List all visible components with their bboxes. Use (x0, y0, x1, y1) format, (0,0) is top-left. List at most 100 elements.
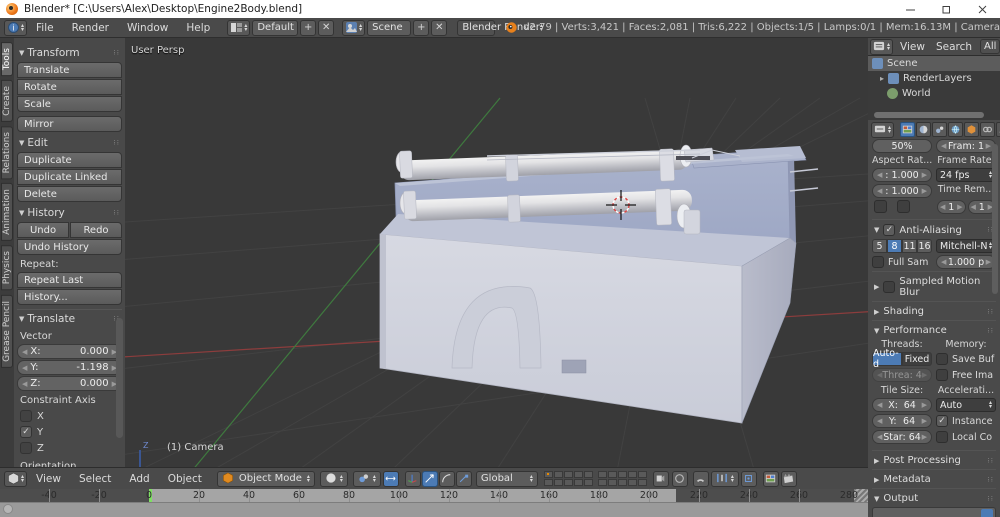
outliner-horizontal-scrollbar[interactable] (874, 112, 984, 118)
decrement-arrow-icon[interactable]: ◀ (22, 348, 27, 356)
layer-cell[interactable] (563, 479, 573, 486)
layer-cell[interactable] (573, 471, 583, 478)
screen-layout-browse[interactable]: ▴ ▾ (227, 19, 251, 36)
tab-modifiers[interactable] (996, 122, 1000, 137)
section-header-sampled-motion-blur[interactable]: ▶ Sampled Motion Blur (872, 271, 996, 301)
layer-row-top[interactable] (597, 471, 647, 478)
translate-manipulator-button[interactable] (421, 470, 438, 487)
increment-arrow-icon[interactable]: ▶ (922, 171, 927, 179)
screen-layout-field[interactable]: Default (252, 19, 299, 36)
free-images-option[interactable]: Free Ima (936, 368, 996, 382)
aa-sample-8[interactable]: 8 (887, 239, 902, 253)
layer-cell[interactable] (607, 479, 617, 486)
menu-window[interactable]: Window (118, 18, 177, 38)
pivot-point-selector[interactable]: ▴ ▾ (352, 470, 381, 487)
section-header-shading[interactable]: ▶ Shading ⁝⁝ (872, 301, 996, 320)
save-buffers-checkbox[interactable] (936, 353, 948, 365)
tool-tab-physics[interactable]: Physics (1, 245, 13, 291)
checkbox-z-icon[interactable] (20, 442, 32, 454)
redo-button[interactable]: Redo (70, 222, 122, 238)
constraint-axis-z[interactable]: Z (17, 440, 122, 456)
checkbox-x-icon[interactable] (20, 410, 32, 422)
motion-blur-checkbox[interactable] (883, 281, 896, 293)
translate-button[interactable]: Translate (17, 62, 122, 78)
duplicate-linked-button[interactable]: Duplicate Linked (17, 169, 122, 185)
decrement-arrow-icon[interactable]: ◀ (941, 258, 946, 266)
section-header-performance[interactable]: ▼ Performance ⁝⁝ (872, 320, 996, 339)
resolution-percent-field[interactable]: 50% (872, 139, 932, 153)
tool-tab-tools[interactable]: Tools (1, 42, 13, 77)
constraint-axis-y[interactable]: ✓ Y (17, 424, 122, 440)
tab-object[interactable] (964, 122, 980, 137)
decrement-arrow-icon[interactable]: ◀ (22, 380, 27, 388)
delete-scene-button[interactable]: ✕ (431, 19, 448, 36)
instancing-option[interactable]: ✓ Instance (936, 414, 996, 428)
aa-filter-size-field[interactable]: ◀ 1.000 p ▶ (936, 255, 996, 269)
layer-cell[interactable] (597, 479, 607, 486)
delete-layout-button[interactable]: ✕ (318, 19, 335, 36)
snap-target-button[interactable] (740, 470, 757, 487)
increment-arrow-icon[interactable]: ▶ (986, 142, 991, 150)
panel-header-history[interactable]: ▼ History ⁝⁝ (17, 204, 122, 222)
threads-mode-auto[interactable]: Auto-d (872, 348, 902, 370)
full-sample-option[interactable]: Full Sam (872, 255, 932, 269)
tool-tab-relations[interactable]: Relations (1, 126, 13, 180)
time-remap-old-field[interactable]: ◀ 1 ▶ (937, 200, 966, 214)
increment-arrow-icon[interactable]: ▶ (957, 203, 962, 211)
decrement-arrow-icon[interactable]: ◀ (940, 203, 945, 211)
start-resolution-field[interactable]: ◀ Star: 64 ▶ (872, 430, 932, 444)
file-browse-icon[interactable] (981, 509, 993, 517)
delete-button[interactable]: Delete (17, 186, 122, 202)
layer-cell[interactable] (627, 479, 637, 486)
outliner-item-renderlayers[interactable]: ▸ RenderLayers (868, 71, 1000, 86)
save-buffers-option[interactable]: Save Buf (936, 352, 996, 366)
repeat-last-button[interactable]: Repeat Last (17, 272, 122, 288)
layer-cell[interactable] (637, 471, 647, 478)
increment-arrow-icon[interactable]: ▶ (922, 433, 927, 441)
output-path-field[interactable] (872, 507, 996, 517)
layer-cell[interactable] (583, 479, 593, 486)
local-coords-checkbox[interactable] (936, 431, 948, 443)
layer-cell[interactable] (617, 479, 627, 486)
undo-history-button[interactable]: Undo History (17, 239, 122, 255)
scene-browse[interactable]: ▴ ▾ (342, 19, 366, 36)
frame-rate-selector[interactable]: 24 fps ▴ ▾ (936, 168, 996, 182)
snap-element-selector[interactable]: ▴ ▾ (710, 470, 739, 487)
layer-cell[interactable] (583, 471, 593, 478)
increment-arrow-icon[interactable]: ▶ (922, 417, 927, 425)
mirror-button[interactable]: Mirror (17, 116, 122, 132)
aa-sample-11[interactable]: 11 (902, 239, 917, 253)
decrement-arrow-icon[interactable]: ◀ (877, 401, 882, 409)
decrement-arrow-icon[interactable]: ◀ (22, 364, 27, 372)
panel-header-translate[interactable]: ▼ Translate ⁝⁝ (17, 309, 122, 328)
checkbox-y-icon[interactable]: ✓ (20, 426, 32, 438)
tab-scene[interactable] (932, 122, 948, 137)
scene-layers-group-2[interactable] (597, 471, 647, 486)
section-header-anti-aliasing[interactable]: ▼ ✓ Anti-Aliasing ⁝⁝ (872, 219, 996, 239)
editor-type-selector[interactable]: i ▴ ▾ (4, 19, 28, 36)
expand-triangle-icon[interactable]: ▸ (880, 74, 884, 83)
render-region-button[interactable] (671, 470, 688, 487)
decrement-arrow-icon[interactable]: ◀ (877, 171, 882, 179)
scene-layers-group-1[interactable] (543, 471, 593, 486)
outliner-item-world[interactable]: World (868, 86, 1000, 101)
scale-button[interactable]: Scale (17, 96, 122, 112)
section-header-metadata[interactable]: ▶ Metadata ⁝⁝ (872, 469, 996, 488)
layer-row-bottom[interactable] (597, 479, 647, 486)
tile-x-field[interactable]: ◀ X: 64 ▶ (872, 398, 932, 412)
decrement-arrow-icon[interactable]: ◀ (941, 142, 946, 150)
interaction-mode-selector[interactable]: Object Mode ▴ ▾ (216, 470, 315, 487)
tab-render-layers[interactable] (916, 122, 932, 137)
maximize-button[interactable] (928, 0, 964, 18)
panel-header-transform[interactable]: ▼ Transform ⁝⁝ (17, 44, 122, 62)
outliner-editor-type[interactable]: ▴ ▾ (870, 38, 894, 55)
add-scene-button[interactable]: + (413, 19, 430, 36)
layer-cell[interactable] (573, 479, 583, 486)
increment-arrow-icon[interactable]: ▶ (922, 401, 927, 409)
decrement-arrow-icon[interactable]: ◀ (877, 417, 882, 425)
viewport-editor-type[interactable]: ▴ ▾ (4, 470, 28, 487)
rotate-manipulator-button[interactable] (438, 470, 455, 487)
tool-tab-animation[interactable]: Animation (1, 183, 13, 242)
aa-sample-16[interactable]: 16 (917, 239, 932, 253)
aspect-x-field[interactable]: ◀ : 1.000 ▶ (872, 168, 932, 182)
